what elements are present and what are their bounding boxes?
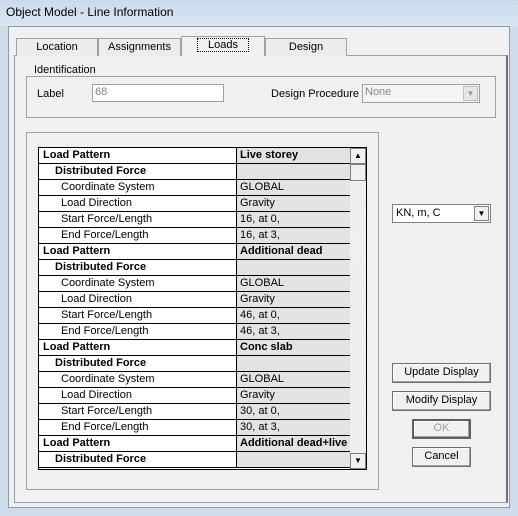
table-row[interactable]: End Force/Length 46, at 3, (39, 324, 351, 340)
table-row[interactable]: Load Pattern Conc slab (39, 340, 351, 356)
table-row[interactable]: Load Direction Gravity (39, 388, 351, 404)
window-title: Object Model - Line Information (6, 5, 174, 19)
table-row[interactable]: End Force/Length 30, at 3, (39, 420, 351, 436)
property-value[interactable]: 30, at 3, (237, 420, 351, 435)
identification-title: Identification (32, 64, 98, 76)
property-name: Load Direction (39, 388, 237, 403)
property-value[interactable] (237, 164, 351, 179)
property-value[interactable]: Live storey (237, 148, 351, 163)
property-value[interactable]: 46, at 3, (237, 324, 351, 339)
tab-design[interactable]: Design (265, 38, 347, 56)
vertical-scrollbar[interactable]: ▲ ▼ (350, 148, 366, 469)
property-value[interactable]: 16, at 3, (237, 228, 351, 243)
property-value[interactable]: Additional dead (237, 244, 351, 259)
title-bar: Object Model - Line Information (0, 0, 518, 26)
table-row[interactable]: Start Force/Length 16, at 0, (39, 212, 351, 228)
scroll-up-icon[interactable]: ▲ (350, 148, 366, 164)
property-value[interactable] (237, 356, 351, 371)
property-name: Distributed Force (39, 260, 237, 275)
table-row[interactable]: Load Pattern Live storey (39, 148, 351, 164)
table-row[interactable]: Load Direction Gravity (39, 196, 351, 212)
units-value: KN, m, C (396, 207, 441, 219)
property-name: End Force/Length (39, 420, 237, 435)
table-row[interactable]: Start Force/Length 30, at 0, (39, 404, 351, 420)
table-row[interactable]: Load Pattern Additional dead+live (39, 436, 351, 452)
property-name: Load Direction (39, 292, 237, 307)
property-value[interactable]: 16, at 0, (237, 212, 351, 227)
design-procedure-select[interactable]: None ▼ (362, 84, 480, 103)
property-name: Distributed Force (39, 164, 237, 179)
property-name: Coordinate System (39, 276, 237, 291)
cancel-button[interactable]: Cancel (412, 447, 471, 467)
table-row[interactable]: Start Force/Length 46, at 0, (39, 308, 351, 324)
tab-assignments[interactable]: Assignments (98, 38, 181, 56)
tab-label: Assignments (108, 41, 171, 53)
property-value[interactable]: Gravity (237, 196, 351, 211)
update-display-button[interactable]: Update Display (392, 363, 491, 383)
tab-label: Design (288, 41, 324, 53)
table-row[interactable]: Load Pattern Additional dead (39, 244, 351, 260)
property-name: Start Force/Length (39, 308, 237, 323)
property-value[interactable]: Gravity (237, 388, 351, 403)
design-procedure-value: None (365, 86, 392, 98)
design-procedure-caption: Design Procedure (271, 88, 360, 100)
table-row[interactable]: Coordinate System GLOBAL (39, 180, 351, 196)
property-name: End Force/Length (39, 228, 237, 243)
property-name: Coordinate System (39, 180, 237, 195)
table-row[interactable]: Load Direction Gravity (39, 292, 351, 308)
property-name: Load Pattern (39, 436, 237, 451)
property-value[interactable]: GLOBAL (237, 276, 351, 291)
property-name: End Force/Length (39, 324, 237, 339)
property-value[interactable]: 30, at 0, (237, 404, 351, 419)
table-row[interactable]: End Force/Length 16, at 3, (39, 228, 351, 244)
property-name: Coordinate System (39, 372, 237, 387)
table-row[interactable]: Distributed Force (39, 356, 351, 372)
property-value[interactable]: Additional dead+live (237, 436, 351, 451)
property-value[interactable]: GLOBAL (237, 180, 351, 195)
table-row[interactable]: Coordinate System GLOBAL (39, 372, 351, 388)
tab-location[interactable]: Location (16, 38, 98, 56)
property-name: Load Pattern (39, 340, 237, 355)
label-caption: Label (37, 88, 64, 100)
chevron-down-icon: ▼ (474, 206, 489, 221)
tab-label: Loads (197, 38, 249, 52)
units-select[interactable]: KN, m, C ▼ (392, 204, 491, 223)
property-value[interactable]: Gravity (237, 292, 351, 307)
loads-table: Load Pattern Live storey Distributed Force… (38, 147, 367, 470)
scroll-down-icon[interactable]: ▼ (350, 453, 366, 469)
tab-loads[interactable]: Loads (181, 36, 265, 56)
modify-display-button[interactable]: Modify Display (392, 391, 491, 411)
property-value[interactable]: GLOBAL (237, 372, 351, 387)
property-name: Start Force/Length (39, 404, 237, 419)
table-row[interactable]: Distributed Force (39, 452, 351, 468)
table-row[interactable]: Distributed Force (39, 260, 351, 276)
property-name: Distributed Force (39, 356, 237, 371)
chevron-down-icon: ▼ (463, 86, 478, 101)
property-name: Distributed Force (39, 452, 237, 467)
property-value[interactable] (237, 260, 351, 275)
table-row[interactable]: Distributed Force (39, 164, 351, 180)
ok-button[interactable]: OK (412, 419, 471, 439)
property-name: Load Pattern (39, 148, 237, 163)
property-value[interactable] (237, 452, 351, 467)
property-value[interactable]: 46, at 0, (237, 308, 351, 323)
tab-label: Location (36, 41, 78, 53)
property-name: Load Direction (39, 196, 237, 211)
table-row[interactable]: Coordinate System GLOBAL (39, 276, 351, 292)
property-name: Load Pattern (39, 244, 237, 259)
property-value[interactable]: Conc slab (237, 340, 351, 355)
scroll-thumb[interactable] (350, 164, 366, 181)
property-name: Start Force/Length (39, 212, 237, 227)
label-field[interactable]: 68 (92, 84, 224, 102)
